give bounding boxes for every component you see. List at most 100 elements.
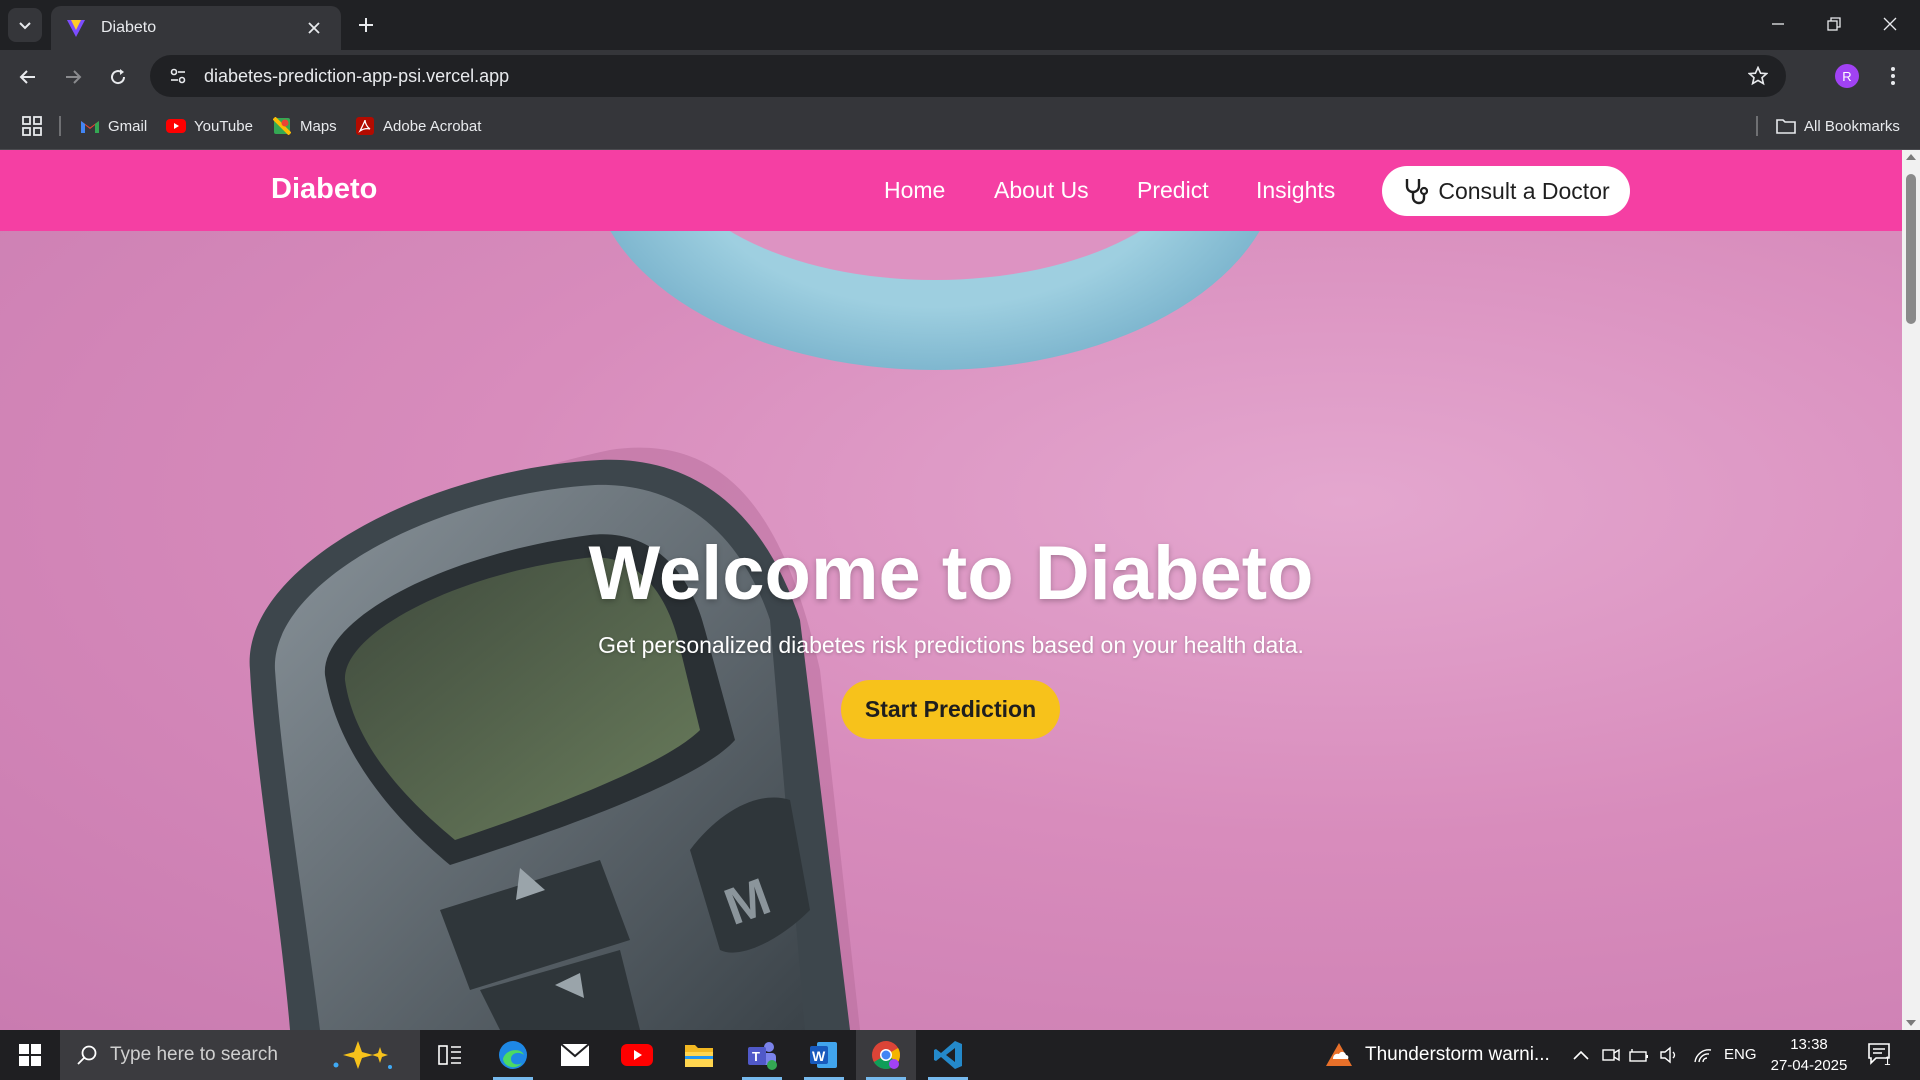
consult-doctor-button[interactable]: Consult a Doctor — [1382, 166, 1630, 216]
show-hidden-icons-button[interactable] — [1571, 1045, 1591, 1065]
folder-icon — [685, 1045, 713, 1067]
task-view-button[interactable] — [420, 1030, 480, 1080]
page-scrollbar[interactable] — [1902, 150, 1920, 1030]
nav-insights[interactable]: Insights — [1256, 177, 1335, 204]
speaker-icon — [1660, 1046, 1676, 1064]
divider — [1756, 116, 1758, 136]
taskbar-edge[interactable] — [483, 1030, 543, 1080]
close-tab-button[interactable] — [301, 15, 327, 41]
all-bookmarks-label: All Bookmarks — [1804, 117, 1900, 135]
bookmark-adobe-acrobat[interactable]: Adobe Acrobat — [355, 112, 481, 140]
star-icon — [1748, 66, 1768, 86]
tune-icon — [170, 68, 186, 84]
tab-title: Diabeto — [101, 19, 157, 36]
teams-icon: T — [748, 1042, 777, 1070]
nav-home[interactable]: Home — [884, 177, 945, 204]
url-text[interactable]: diabetes-prediction-app-psi.vercel.app — [204, 66, 1738, 87]
bookmark-gmail[interactable]: Gmail — [80, 112, 147, 140]
notification-count: 1 — [1884, 1054, 1891, 1068]
start-button[interactable] — [0, 1030, 60, 1080]
volume-control[interactable] — [1659, 1045, 1679, 1065]
mail-icon — [560, 1043, 590, 1066]
input-language[interactable]: ENG — [1724, 1046, 1757, 1063]
windows-logo-icon — [19, 1044, 41, 1066]
bookmark-label: Maps — [300, 117, 337, 135]
chrome-icon — [872, 1041, 900, 1069]
minimize-button[interactable] — [1750, 0, 1806, 48]
network-status[interactable] — [1693, 1045, 1713, 1065]
youtube-icon — [621, 1044, 653, 1066]
restore-button[interactable] — [1806, 0, 1862, 48]
arrow-left-icon — [19, 70, 35, 84]
consult-doctor-label: Consult a Doctor — [1438, 177, 1610, 204]
hero-title: Welcome to Diabeto — [588, 531, 1314, 616]
taskbar-clock[interactable]: 13:38 27-04-2025 — [1764, 1034, 1854, 1076]
forward-button[interactable] — [55, 59, 91, 95]
taskbar-youtube[interactable] — [607, 1030, 667, 1080]
notification-center-button[interactable]: 1 — [1866, 1040, 1896, 1070]
notification-icon — [1868, 1043, 1890, 1065]
gmail-icon — [80, 116, 100, 136]
scroll-up-arrow[interactable] — [1906, 154, 1916, 160]
battery-icon — [1629, 1049, 1648, 1062]
word-icon: W — [810, 1042, 837, 1068]
reload-icon — [111, 69, 126, 85]
new-tab-button[interactable] — [351, 10, 381, 40]
scroll-down-arrow[interactable] — [1906, 1020, 1916, 1026]
back-button[interactable] — [10, 59, 46, 95]
site-brand[interactable]: Diabeto — [271, 173, 377, 206]
windows-taskbar: Type here to search T W Thunderstorm war… — [0, 1030, 1920, 1080]
youtube-icon — [166, 116, 186, 136]
reload-button[interactable] — [100, 59, 136, 95]
nav-predict[interactable]: Predict — [1137, 177, 1209, 204]
taskbar-chrome[interactable] — [856, 1030, 916, 1080]
acrobat-icon — [355, 116, 375, 136]
taskbar-word[interactable]: W — [794, 1030, 854, 1080]
arrow-right-icon — [66, 70, 82, 84]
apps-grid-icon[interactable] — [20, 114, 44, 138]
task-view-icon — [438, 1045, 461, 1065]
taskbar-file-explorer[interactable] — [669, 1030, 729, 1080]
hero-subtitle: Get personalized diabetes risk predictio… — [598, 632, 1304, 658]
browser-menu-button[interactable] — [1878, 60, 1908, 92]
nav-about-us[interactable]: About Us — [994, 177, 1089, 204]
site-navbar: Diabeto Home About Us Predict Insights C… — [0, 150, 1902, 231]
profile-avatar[interactable]: R — [1835, 64, 1859, 88]
camera-icon — [1602, 1048, 1620, 1062]
svg-text:T: T — [752, 1049, 760, 1064]
weather-widget[interactable]: Thunderstorm warni... — [1325, 1030, 1550, 1080]
start-prediction-button[interactable]: Start Prediction — [841, 680, 1060, 739]
taskbar-search[interactable]: Type here to search — [60, 1030, 420, 1080]
bookmark-label: YouTube — [194, 117, 253, 135]
tab-search-button[interactable] — [8, 8, 42, 42]
svg-text:W: W — [812, 1048, 826, 1064]
divider — [59, 116, 61, 136]
taskbar-mail[interactable] — [545, 1030, 605, 1080]
more-vertical-icon — [1891, 67, 1895, 85]
taskbar-vscode[interactable] — [918, 1030, 978, 1080]
site-info-button[interactable] — [158, 55, 198, 97]
bookmark-label: Gmail — [108, 117, 148, 135]
all-bookmarks-button[interactable]: All Bookmarks — [1776, 112, 1900, 140]
meet-now-button[interactable] — [1601, 1045, 1621, 1065]
close-icon — [308, 22, 320, 34]
bookmark-maps[interactable]: Maps — [272, 112, 337, 140]
thunderstorm-warning-icon — [1326, 1043, 1352, 1066]
close-window-button[interactable] — [1862, 0, 1918, 48]
clock-date: 27-04-2025 — [1770, 1057, 1848, 1074]
address-bar[interactable]: diabetes-prediction-app-psi.vercel.app — [150, 55, 1786, 97]
scrollbar-thumb[interactable] — [1906, 174, 1916, 324]
chevron-down-icon — [19, 22, 31, 30]
copilot-sparkle-icon[interactable] — [328, 1037, 398, 1073]
bookmarks-bar: Gmail YouTube Maps Adobe Acrobat All Boo… — [0, 102, 1920, 150]
chevron-up-icon — [1573, 1050, 1589, 1060]
taskbar-teams[interactable]: T — [732, 1030, 792, 1080]
stethoscope-icon — [1406, 179, 1429, 205]
bookmark-youtube[interactable]: YouTube — [166, 112, 253, 140]
battery-status[interactable] — [1629, 1045, 1649, 1065]
browser-tab[interactable]: Diabeto — [51, 6, 341, 50]
diabeto-favicon-icon — [67, 20, 85, 37]
vscode-icon — [934, 1041, 962, 1069]
web-page: M Diabeto Home About Us Predict Insights… — [0, 150, 1920, 1030]
bookmark-star-button[interactable] — [1738, 56, 1778, 96]
